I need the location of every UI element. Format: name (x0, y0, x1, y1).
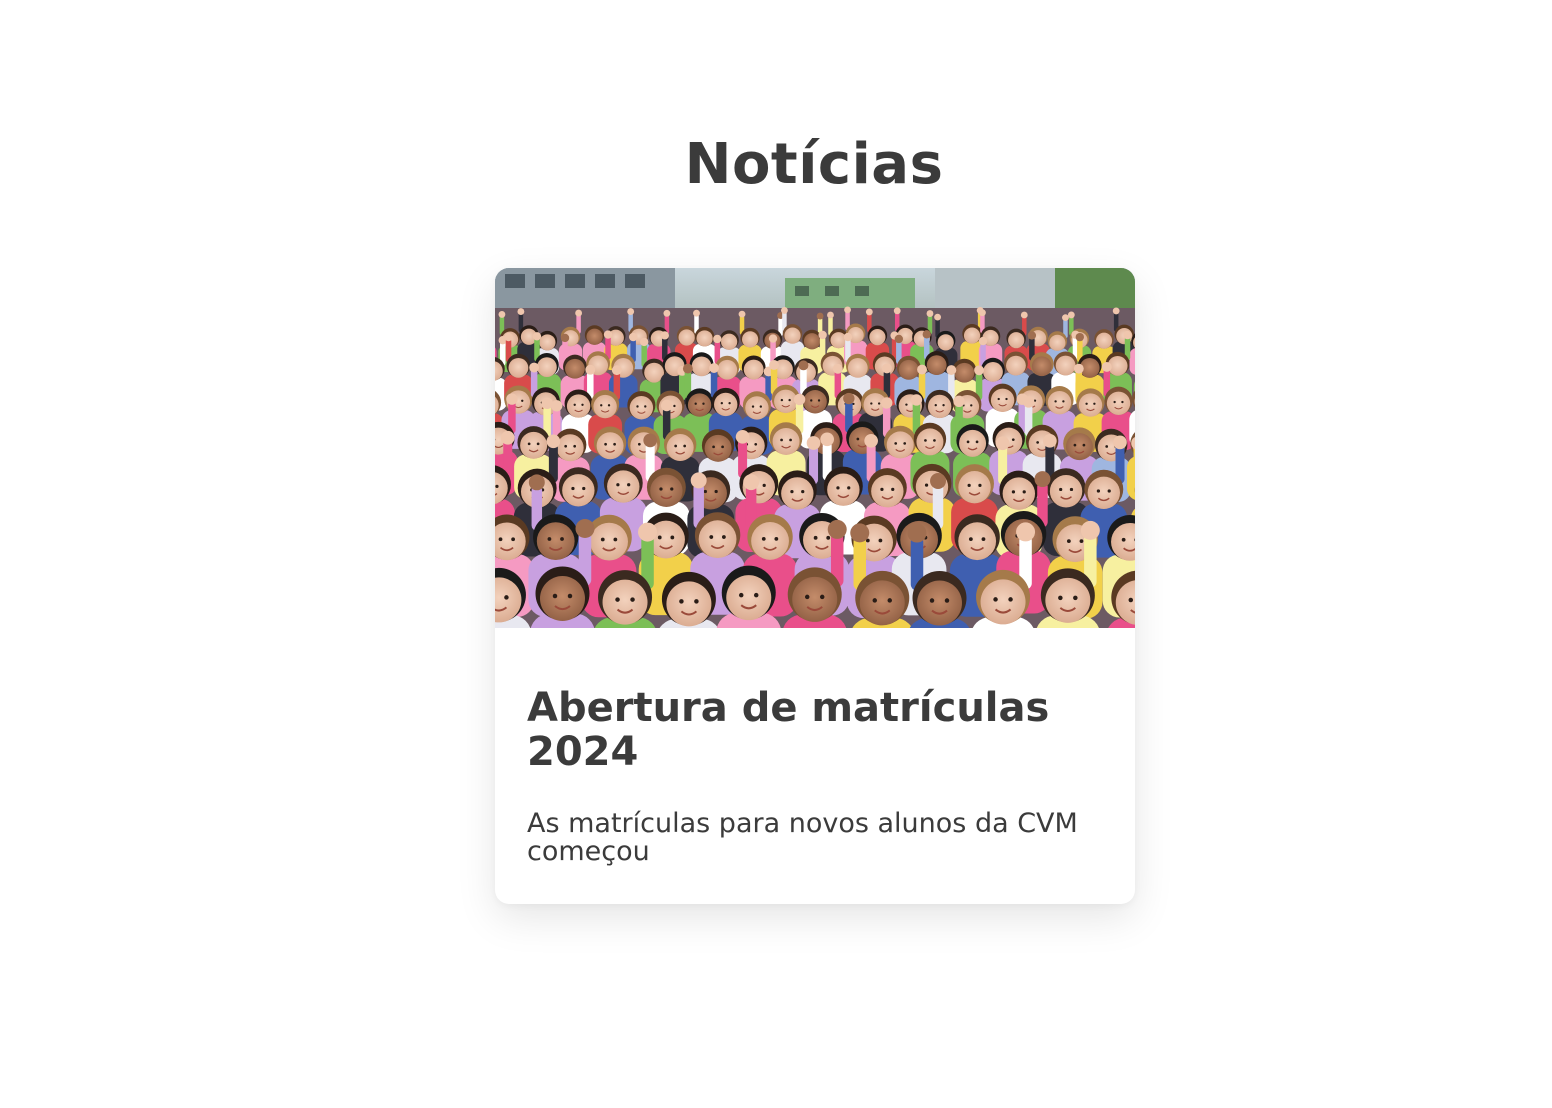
news-body: Abertura de matrículas 2024 As matrícula… (495, 628, 1135, 866)
section-title: Notícias (684, 132, 944, 197)
news-photo (495, 268, 1135, 628)
news-image[interactable] (495, 268, 1135, 628)
news-card[interactable]: Abertura de matrículas 2024 As matrícula… (495, 268, 1135, 904)
news-summary: As matrículas para novos alunos da CVM c… (527, 808, 1078, 867)
news-title[interactable]: Abertura de matrículas 2024 (527, 686, 1103, 774)
